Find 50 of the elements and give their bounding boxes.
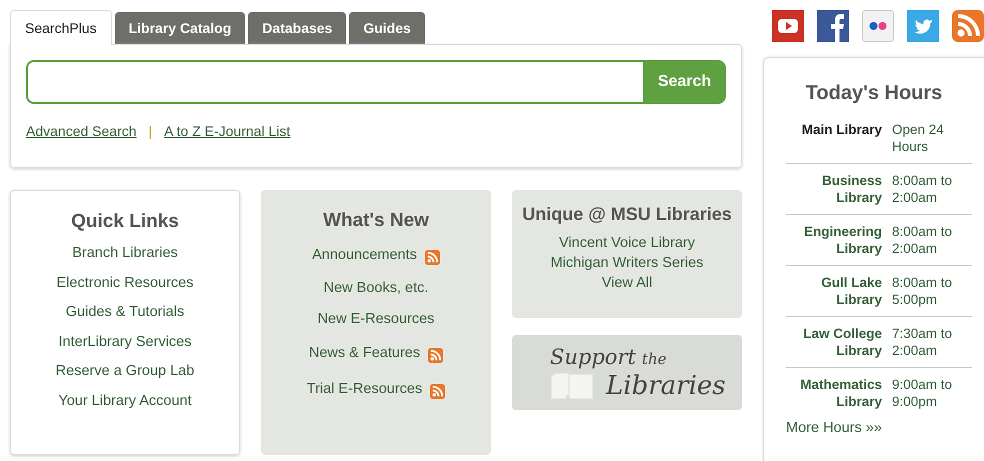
hours-text: 8:00am to 2:00am <box>892 223 954 257</box>
quick-link[interactable]: Your Library Account <box>58 392 192 408</box>
search-tab[interactable]: Databases <box>248 12 346 44</box>
library-link[interactable]: Engineering Library <box>786 223 882 257</box>
rss-icon[interactable] <box>428 348 444 363</box>
journal-list-link[interactable]: A to Z E-Journal List <box>164 123 290 139</box>
hours-text: 8:00am to 5:00pm <box>892 274 954 308</box>
card-title: Quick Links <box>71 211 179 233</box>
library-link[interactable]: Business Library <box>786 172 882 206</box>
hours-text: 9:00am to 9:00pm <box>892 376 954 410</box>
quick-link[interactable]: Reserve a Group Lab <box>56 363 194 379</box>
card-title: Unique @ MSU Libraries <box>522 204 732 225</box>
rss-icon[interactable] <box>952 10 984 42</box>
banner-text: Support <box>550 344 636 368</box>
quick-link[interactable]: InterLibrary Services <box>58 334 192 350</box>
collection-link[interactable]: View All <box>602 275 652 291</box>
library-link[interactable]: Law College Library <box>786 325 882 359</box>
quick-link[interactable]: Electronic Resources <box>56 274 194 290</box>
search-field[interactable] <box>26 60 643 104</box>
hours-text: 7:30am to 2:00am <box>892 325 954 359</box>
library-name: Main Library <box>800 121 882 139</box>
advanced-search-link[interactable]: Advanced Search <box>26 123 137 139</box>
hours-text: Open 24 Hours <box>892 121 945 155</box>
library-link[interactable]: Gull Lake Library <box>786 274 882 308</box>
news-link[interactable]: Trial E-Resources <box>306 380 422 396</box>
books-icon <box>550 372 594 400</box>
video-icon[interactable] <box>772 10 804 42</box>
news-link[interactable]: New Books, etc. <box>324 280 428 296</box>
rss-icon[interactable] <box>424 250 440 265</box>
hours-text: 8:00am to 2:00am <box>892 172 954 206</box>
hours-title: Today's Hours <box>804 82 944 105</box>
news-link[interactable]: News & Features <box>308 344 420 360</box>
rss-icon[interactable] <box>430 384 446 399</box>
news-link[interactable]: Announcements <box>312 246 417 262</box>
banner-text: the <box>642 348 666 370</box>
library-link[interactable]: Mathematics Library <box>786 376 882 410</box>
search-tab[interactable]: SearchPlus <box>10 10 112 45</box>
support-banner[interactable]: Support the Libraries <box>512 335 742 410</box>
collection-link[interactable]: Michigan Writers Series <box>550 255 704 271</box>
quick-link[interactable]: Branch Libraries <box>72 245 178 261</box>
search-tab[interactable]: Guides <box>349 12 425 44</box>
bird-icon[interactable] <box>907 10 939 42</box>
news-link[interactable]: New E-Resources <box>318 311 434 327</box>
more-hours-link[interactable]: More Hours »» <box>786 420 882 436</box>
banner-text: Libraries <box>606 370 726 400</box>
collection-link[interactable]: Vincent Voice Library <box>559 235 695 251</box>
separator: | <box>148 123 152 139</box>
search-tab[interactable]: Library Catalog <box>114 12 246 44</box>
quick-link[interactable]: Guides & Tutorials <box>66 304 184 320</box>
card-title: What's New <box>323 210 429 232</box>
